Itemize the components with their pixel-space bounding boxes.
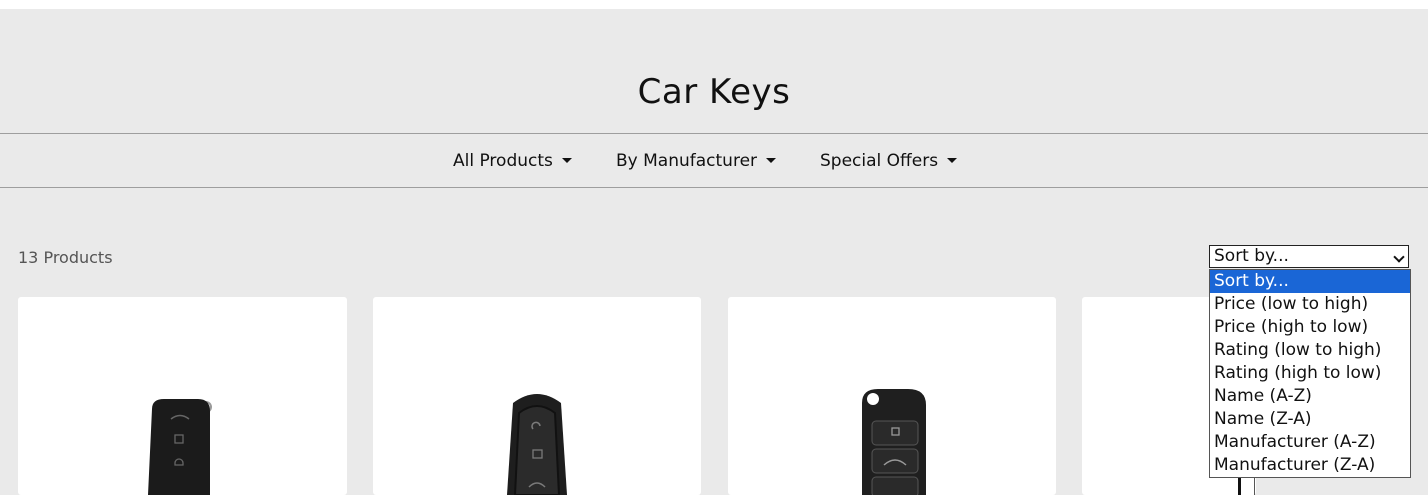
- nav-by-manufacturer-label: By Manufacturer: [616, 151, 758, 171]
- top-bar: [0, 0, 1428, 9]
- nav-special-offers[interactable]: Special Offers: [820, 151, 958, 171]
- chevron-down-icon: [1393, 251, 1405, 263]
- sort-select[interactable]: Sort by...: [1209, 245, 1409, 268]
- sort-option-price-desc[interactable]: Price (high to low): [1210, 316, 1410, 339]
- caret-down-icon: [766, 158, 777, 163]
- flip-key-fob-icon: [148, 399, 212, 495]
- sort-option-name-desc[interactable]: Name (Z-A): [1210, 408, 1410, 431]
- sort-option-rating-asc[interactable]: Rating (low to high): [1210, 339, 1410, 362]
- nav-special-offers-label: Special Offers: [820, 151, 939, 171]
- nav-all-products[interactable]: All Products: [453, 151, 572, 171]
- page-title: Car Keys: [637, 72, 791, 112]
- flip-key-fob-icon: [862, 389, 926, 495]
- smart-key-fob-icon: [507, 394, 567, 495]
- card-edge: [1254, 477, 1255, 495]
- sort-option-default[interactable]: Sort by...: [1210, 270, 1410, 293]
- key-fob-icon: [1238, 477, 1241, 495]
- product-count: 13 Products: [18, 248, 113, 267]
- sort-option-manufacturer-desc[interactable]: Manufacturer (Z-A): [1210, 454, 1410, 477]
- category-nav: All Products By Manufacturer Special Off…: [0, 133, 1428, 188]
- sort-option-name-asc[interactable]: Name (A-Z): [1210, 385, 1410, 408]
- caret-down-icon: [561, 158, 572, 163]
- product-card[interactable]: [373, 297, 701, 495]
- caret-down-icon: [947, 158, 958, 163]
- product-card[interactable]: [18, 297, 347, 495]
- nav-all-products-label: All Products: [453, 151, 553, 171]
- sort-dropdown-list: Sort by... Price (low to high) Price (hi…: [1209, 269, 1411, 478]
- sort-select-value: Sort by...: [1214, 246, 1289, 266]
- nav-by-manufacturer[interactable]: By Manufacturer: [616, 151, 777, 171]
- sort-option-manufacturer-asc[interactable]: Manufacturer (A-Z): [1210, 431, 1410, 454]
- product-card[interactable]: [728, 297, 1056, 495]
- sort-option-price-asc[interactable]: Price (low to high): [1210, 293, 1410, 316]
- sort-option-rating-desc[interactable]: Rating (high to low): [1210, 362, 1410, 385]
